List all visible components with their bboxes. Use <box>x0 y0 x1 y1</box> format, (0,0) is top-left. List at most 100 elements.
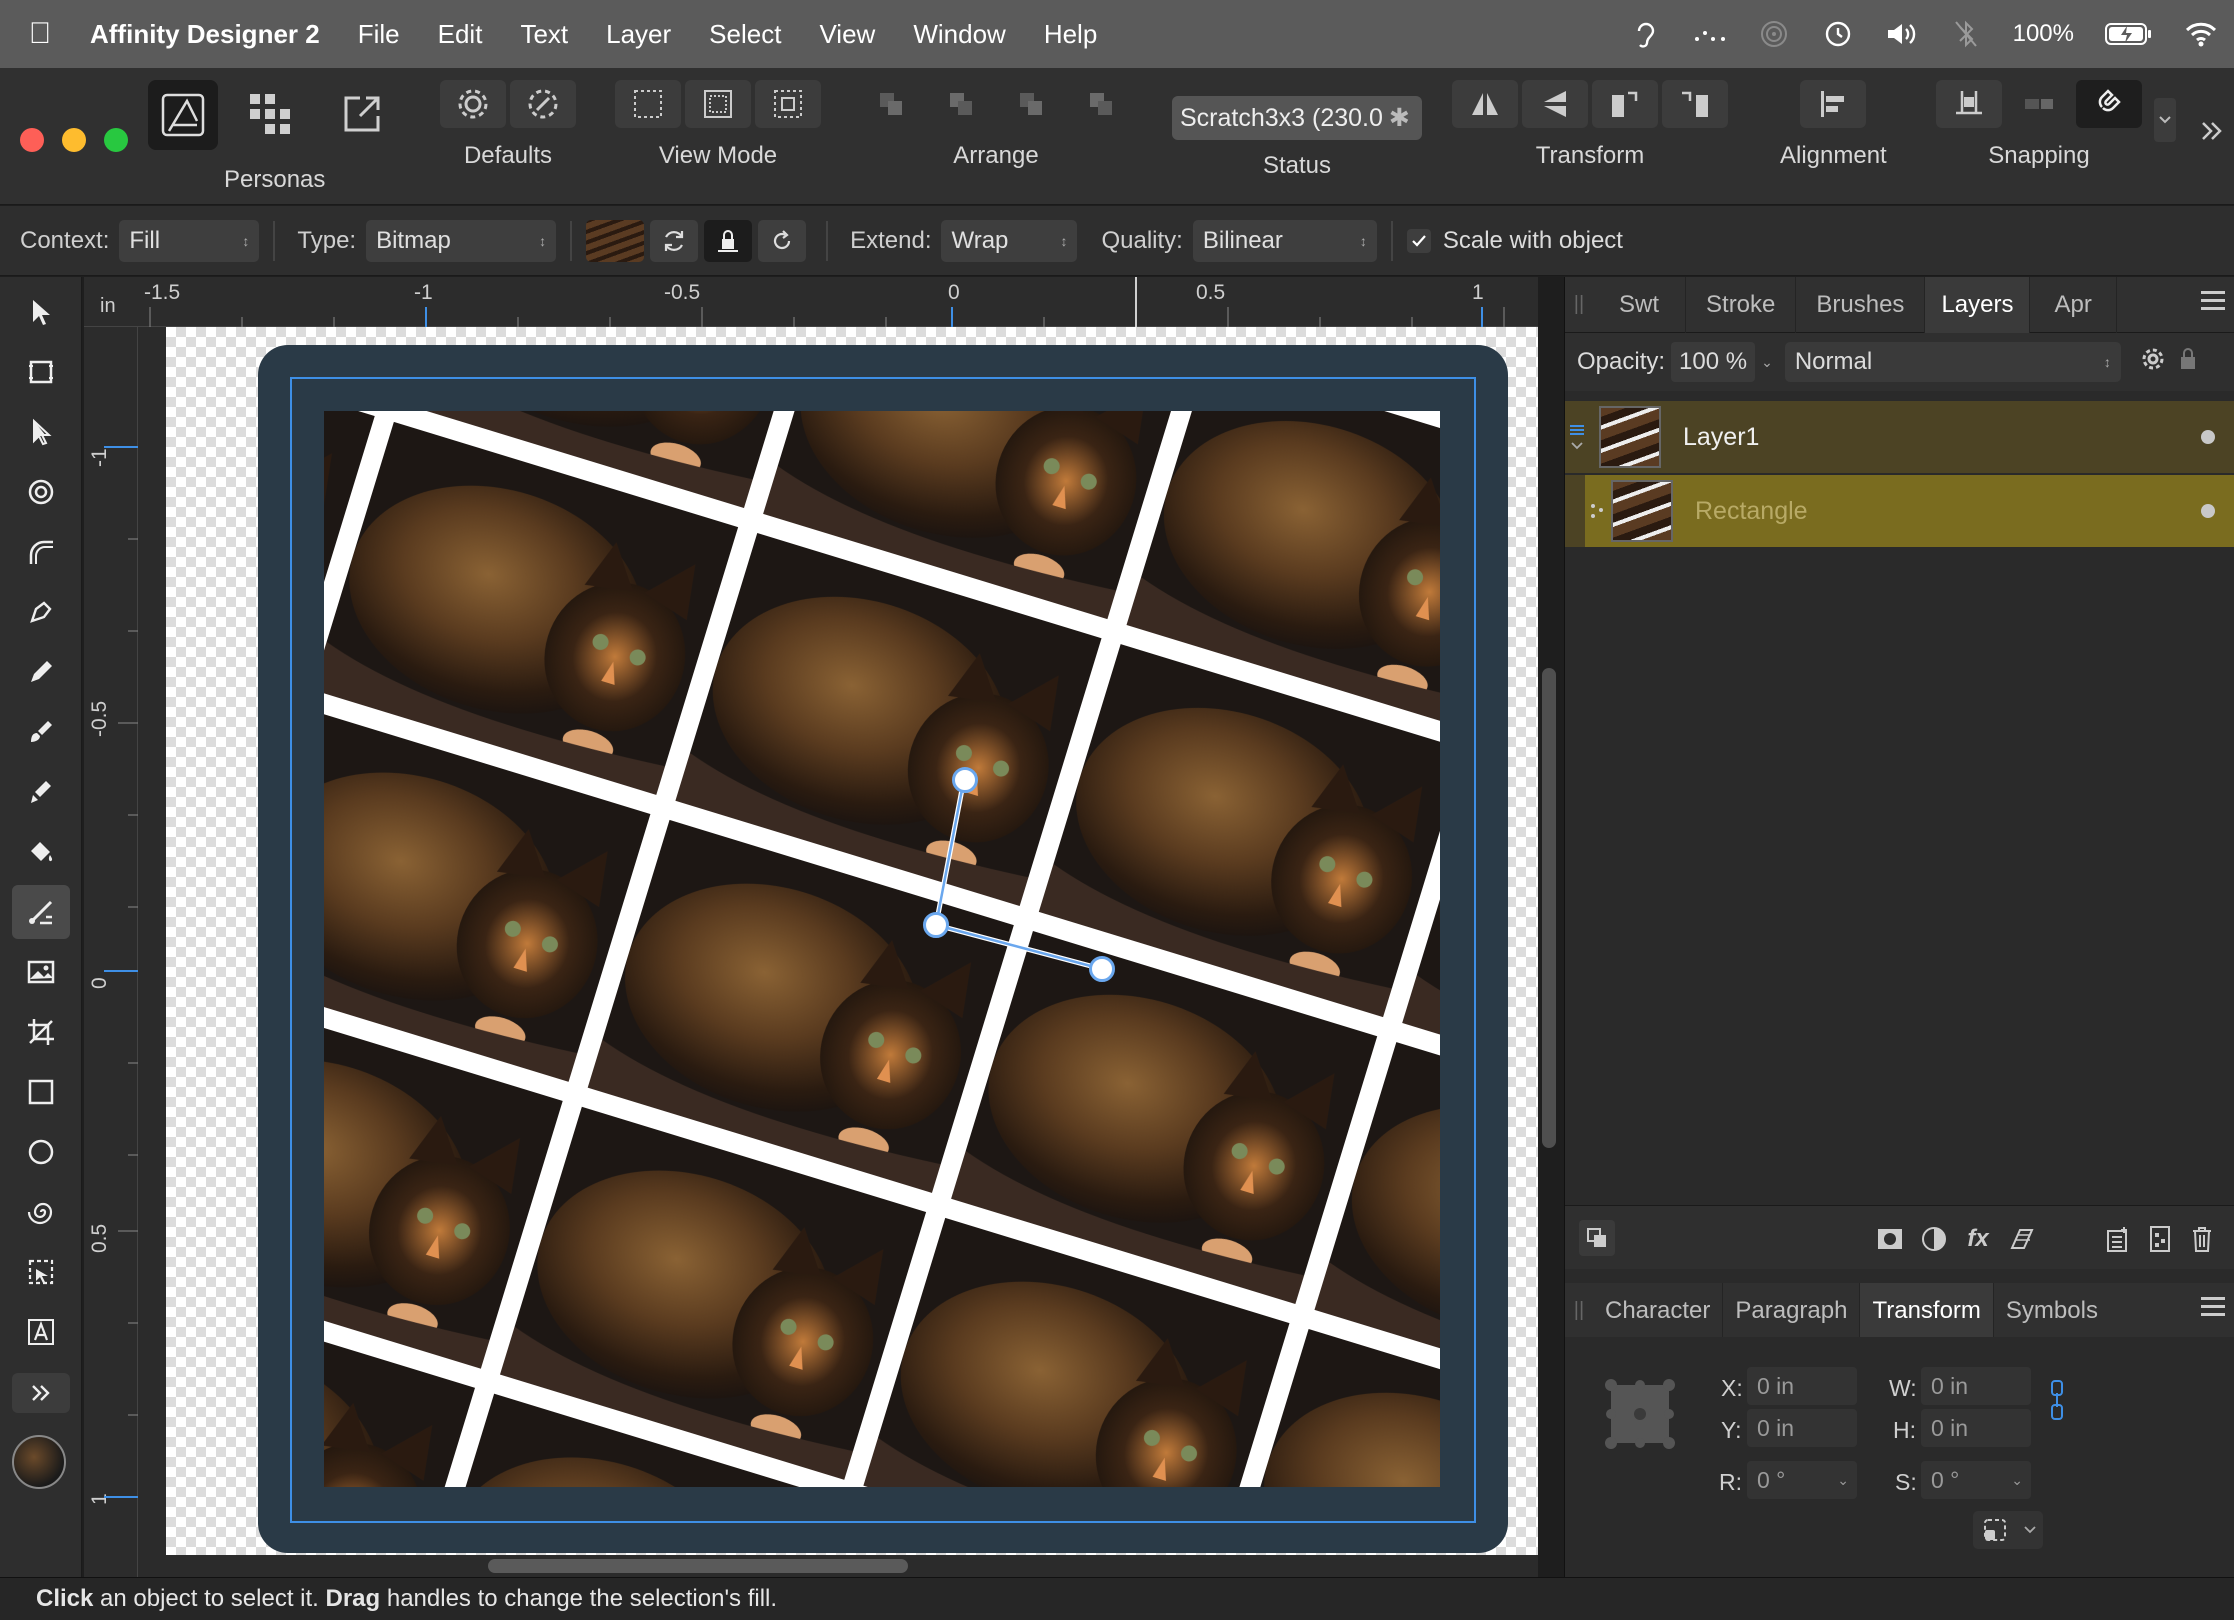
fill-brush-tool-icon[interactable] <box>12 765 70 819</box>
tab-swatches[interactable]: Swt <box>1593 276 1687 333</box>
pen-tool-icon[interactable] <box>12 585 70 639</box>
tab-stroke[interactable]: Stroke <box>1686 276 1797 333</box>
apple-icon[interactable]:  <box>0 17 80 51</box>
y-field[interactable]: 0 in <box>1747 1409 1857 1447</box>
add-pixel-layer-icon[interactable] <box>2145 1224 2175 1254</box>
lock-layer-icon[interactable] <box>2179 347 2197 378</box>
layer-row-layer1[interactable]: Layer1 <box>1565 401 2234 473</box>
live-filter-icon[interactable] <box>2007 1224 2037 1254</box>
snapping-dropdown-chevron-icon[interactable] <box>2154 98 2176 142</box>
tab-character[interactable]: Character <box>1593 1282 1724 1339</box>
wifi-icon[interactable] <box>2184 17 2218 51</box>
menu-edit[interactable]: Edit <box>419 19 502 50</box>
move-to-back-button[interactable] <box>858 80 924 128</box>
snapping-magnet-button[interactable] <box>2076 80 2142 128</box>
gradient-fill-tool-icon[interactable] <box>12 885 70 939</box>
extend-select[interactable]: Wrap ↕ <box>941 219 1078 262</box>
time-machine-icon[interactable] <box>1821 17 1855 51</box>
fill-handle-origin[interactable] <box>923 912 949 938</box>
width-field[interactable]: 0 in <box>1921 1367 2031 1405</box>
rectangle-tool-icon[interactable] <box>12 1065 70 1119</box>
panel-menu-icon[interactable] <box>2201 291 2225 311</box>
chevron-down-icon[interactable]: ⌄ <box>2011 1472 2023 1489</box>
horizontal-scrollbar[interactable] <box>488 1559 908 1573</box>
snap-toggle-button[interactable] <box>2006 80 2072 128</box>
lock-aspect-ratio-icon[interactable] <box>2049 1379 2065 1427</box>
expand-layer-icon[interactable] <box>1565 424 1589 450</box>
reset-fill-icon[interactable] <box>650 219 699 262</box>
pencil-tool-icon[interactable] <box>12 645 70 699</box>
spiral-shape-tool-icon[interactable] <box>12 1185 70 1239</box>
rotate-fill-icon[interactable] <box>758 219 807 262</box>
place-image-tool-icon[interactable] <box>12 945 70 999</box>
menu-file[interactable]: File <box>339 19 419 50</box>
vertical-ruler[interactable]: -1 -0.5 0 0.5 1 <box>84 327 138 1577</box>
move-forward-one-button[interactable] <box>998 80 1064 128</box>
tab-appearance[interactable]: Apr <box>2030 276 2117 333</box>
panel-grip-icon[interactable]: || <box>1565 1299 1593 1322</box>
artboard[interactable] <box>166 327 1538 1555</box>
menu-text[interactable]: Text <box>501 19 587 50</box>
volume-icon[interactable] <box>1885 17 1919 51</box>
opacity-field[interactable]: 100 % <box>1671 342 1756 382</box>
align-button[interactable] <box>1800 80 1867 128</box>
layer-row-rectangle[interactable]: Rectangle <box>1565 475 2234 547</box>
corner-tool-icon[interactable] <box>12 525 70 579</box>
rotate-left-button[interactable] <box>1592 80 1658 128</box>
app-name-menu[interactable]: Affinity Designer 2 <box>80 19 339 50</box>
tab-transform[interactable]: Transform <box>1860 1282 1994 1339</box>
mask-layer-icon[interactable] <box>1875 1224 1905 1254</box>
canvas-area[interactable] <box>138 327 1538 1577</box>
tab-paragraph[interactable]: Paragraph <box>1723 1282 1861 1339</box>
scale-with-object-checkbox[interactable] <box>1406 228 1431 253</box>
more-tools-icon[interactable] <box>12 1373 70 1413</box>
move-tool-icon[interactable] <box>12 285 70 339</box>
bluetooth-off-icon[interactable] <box>1949 17 1983 51</box>
flip-vertical-button[interactable] <box>1522 80 1588 128</box>
ellipse-tool-icon[interactable] <box>12 1125 70 1179</box>
menu-view[interactable]: View <box>800 19 894 50</box>
revert-defaults-button[interactable] <box>510 80 576 128</box>
layer-name[interactable]: Rectangle <box>1695 497 1808 526</box>
export-persona-icon[interactable] <box>340 92 384 141</box>
blend-mode-select[interactable]: Normal ↕ <box>1784 342 2121 382</box>
zoom-window-button[interactable] <box>104 128 128 152</box>
rotation-field[interactable]: 0 ° ⌄ <box>1747 1461 1857 1499</box>
snap-grid-button[interactable] <box>1936 80 2002 128</box>
toolbar-overflow-icon[interactable] <box>2200 120 2224 147</box>
node-tool-icon[interactable] <box>12 405 70 459</box>
fx-effects-icon[interactable]: fx <box>1963 1224 1993 1254</box>
lock-fill-icon[interactable] <box>704 219 753 262</box>
shape-builder-tool-icon[interactable] <box>12 1245 70 1299</box>
delete-layer-icon[interactable] <box>2187 1224 2217 1254</box>
view-mode-vector-button[interactable] <box>615 80 681 128</box>
crop-tool-icon[interactable] <box>12 1005 70 1059</box>
rotate-right-button[interactable] <box>1662 80 1728 128</box>
vector-brush-tool-icon[interactable] <box>12 705 70 759</box>
tab-symbols[interactable]: Symbols <box>1994 1283 2110 1339</box>
paint-bucket-tool-icon[interactable] <box>12 825 70 879</box>
move-to-front-button[interactable] <box>1068 80 1134 128</box>
contour-tool-icon[interactable] <box>12 465 70 519</box>
transform-origin-button[interactable] <box>1973 1511 2043 1549</box>
pixel-persona-icon[interactable] <box>248 92 292 141</box>
bitmap-swatch-button[interactable] <box>586 219 645 262</box>
shear-field[interactable]: 0 ° ⌄ <box>1921 1461 2031 1499</box>
airdrop-icon[interactable] <box>1757 17 1791 51</box>
tab-brushes[interactable]: Brushes <box>1796 276 1926 333</box>
layer-visibility-dot[interactable] <box>2201 430 2215 444</box>
document-status-field[interactable]: Scratch3x3 (230.0 ✱ <box>1172 96 1422 140</box>
artboard-tool-icon[interactable] <box>12 345 70 399</box>
designer-persona-button[interactable] <box>148 80 218 150</box>
close-window-button[interactable] <box>20 128 44 152</box>
artistic-text-tool-icon[interactable] <box>12 1305 70 1359</box>
menu-help[interactable]: Help <box>1025 19 1116 50</box>
type-select[interactable]: Bitmap ↕ <box>366 219 557 262</box>
horizontal-ruler[interactable]: in -1.5 -1 -0.5 0 0.5 1 <box>84 277 1538 327</box>
chevron-down-icon[interactable]: ⌄ <box>1837 1472 1849 1489</box>
hearing-icon[interactable] <box>1629 17 1663 51</box>
fill-handle-top[interactable] <box>952 767 978 793</box>
height-field[interactable]: 0 in <box>1921 1409 2031 1447</box>
anchor-selector[interactable] <box>1603 1377 1677 1451</box>
layer-settings-gear-icon[interactable] <box>2141 347 2165 378</box>
